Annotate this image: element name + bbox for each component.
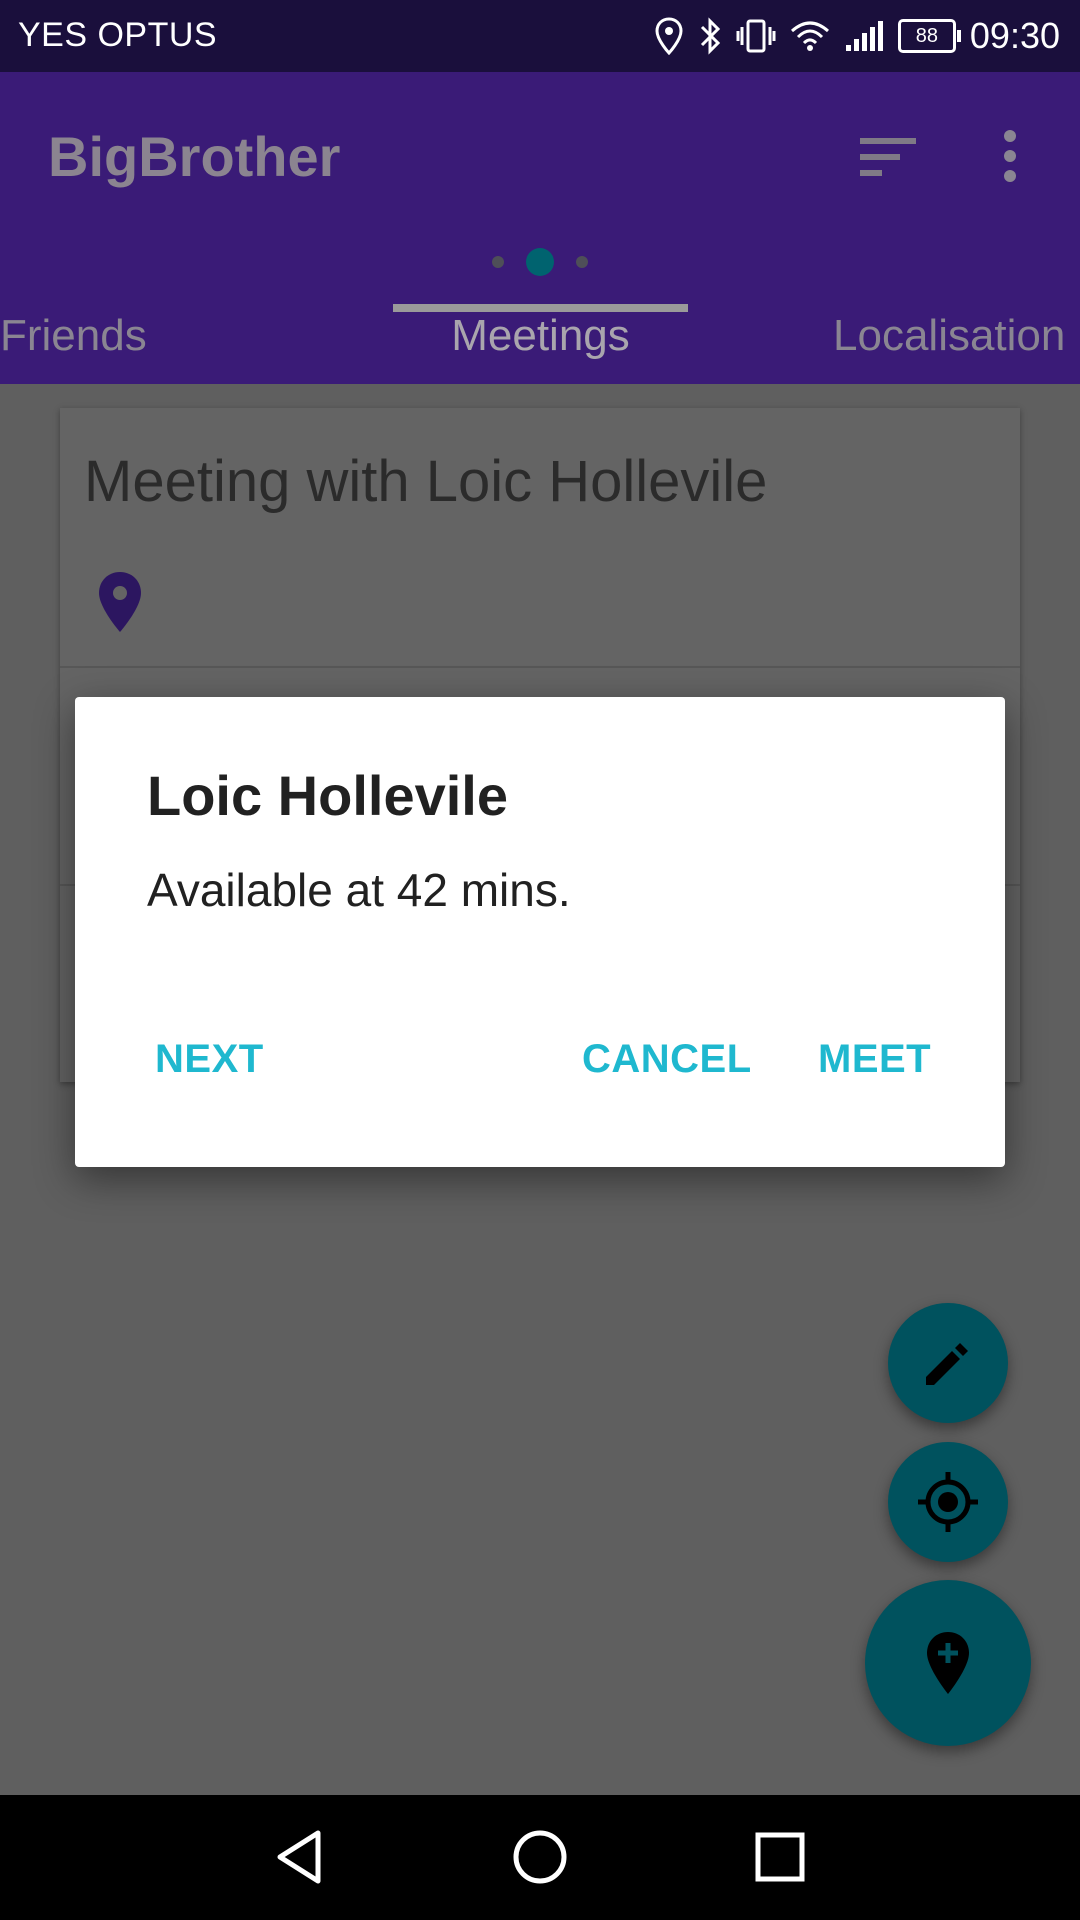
status-bar: YES OPTUS 88 09:30 — [0, 0, 1080, 72]
navigation-bar — [0, 1795, 1080, 1920]
edit-icon — [926, 1343, 968, 1385]
clock: 09:30 — [969, 15, 1060, 56]
wifi-icon — [790, 21, 829, 51]
dialog-message: Available at 42 mins. — [147, 864, 571, 916]
status-icons: 88 09:30 — [654, 10, 1060, 62]
back-icon[interactable] — [270, 1827, 330, 1887]
more-options-icon[interactable] — [1000, 128, 1020, 184]
cancel-button[interactable]: CANCEL — [582, 1037, 752, 1082]
sort-icon[interactable] — [858, 132, 918, 182]
page-dot — [576, 256, 588, 268]
signal-icon — [845, 21, 883, 51]
page-indicator — [0, 244, 1080, 280]
tab-friends[interactable]: Friends — [0, 298, 147, 384]
tab-indicator — [393, 304, 688, 312]
my-location-button[interactable] — [888, 1442, 1008, 1562]
bluetooth-icon — [700, 17, 721, 55]
add-location-icon — [927, 1632, 969, 1694]
card-divider — [60, 666, 1020, 668]
battery-icon: 88 — [897, 19, 961, 53]
meet-button[interactable]: MEET — [818, 1037, 931, 1082]
edit-button[interactable] — [888, 1303, 1008, 1423]
page-dot — [492, 256, 504, 268]
next-button[interactable]: NEXT — [155, 1037, 264, 1082]
meeting-title: Meeting with Loic Hollevile — [84, 449, 768, 514]
meet-dialog: Loic Hollevile Available at 42 mins. NEX… — [75, 697, 1005, 1167]
location-icon — [655, 17, 683, 55]
carrier-name: YES OPTUS — [18, 16, 218, 54]
tab-localisation[interactable]: Localisation — [833, 298, 1065, 384]
page-dot-active — [526, 248, 554, 276]
add-meeting-button[interactable] — [865, 1580, 1031, 1746]
home-icon[interactable] — [510, 1827, 570, 1887]
recents-icon[interactable] — [750, 1827, 810, 1887]
app-bar: BigBrother Friends Meetings Localisation — [0, 72, 1080, 384]
vibrate-icon — [736, 19, 776, 53]
app-title: BigBrother — [48, 125, 341, 188]
crosshair-icon — [918, 1472, 978, 1532]
dialog-title: Loic Hollevile — [147, 764, 508, 827]
map-pin-icon — [99, 572, 141, 632]
